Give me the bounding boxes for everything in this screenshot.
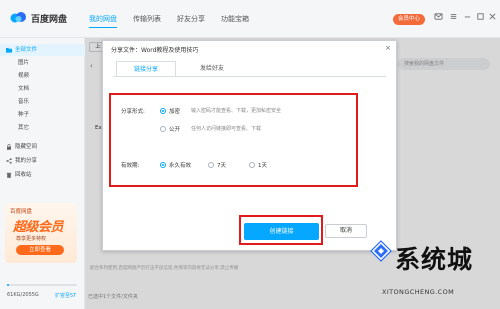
vip-center-button[interactable]: 会员中心 [393,14,425,25]
app-title: 百度网盘 [31,15,68,25]
close-icon[interactable] [488,12,497,21]
watermark-url: XITONGCHENG.COM [382,288,455,296]
promo-subtitle: 尊享更多特权 [16,236,47,242]
dialog-close-icon[interactable]: × [385,44,391,52]
menu-icon[interactable] [449,12,458,21]
tab-send-to-friend[interactable]: 发给好友 [182,61,242,77]
sidebar-item-my-shares[interactable]: 我的分享 [0,155,85,167]
dialog-title: 分享文件：Word教程及使用技巧 [111,47,199,54]
sidebar-item-label: 我的分享 [15,158,38,164]
tab-link-share[interactable]: 链接分享 [116,61,176,77]
sidebar-item-music[interactable]: 音乐 [0,96,85,108]
message-icon[interactable] [434,12,443,21]
trash-icon [6,172,12,178]
sidebar-item-label: 种子 [18,112,30,118]
create-button-highlight-box [239,215,323,245]
tab-friend-share[interactable]: 好友分享 [177,14,205,24]
sidebar-item-other[interactable]: 其它 [0,122,85,134]
sidebar-item-documents[interactable]: 文档 [0,83,85,95]
minimize-icon[interactable] [463,12,472,21]
sidebar-item-label: 音乐 [18,99,30,105]
title-bar: 百度网盘 我的网盘 传输列表 好友分享 功能宝箱 会员中心 [0,0,500,38]
promo-view-button[interactable]: 立即查看 [16,245,64,255]
sidebar-item-images[interactable]: 图片 [0,57,85,69]
cancel-button[interactable]: 取消 [325,224,367,238]
watermark-text: 系统城 [395,245,474,274]
promo-headline: 超级会员 [13,220,64,235]
super-vip-promo[interactable]: 百度网盘 超级会员 尊享更多特权 立即查看 [5,203,77,263]
tab-my-netdisk[interactable]: 我的网盘 [89,14,117,28]
baidu-netdisk-logo-icon [10,11,27,24]
sidebar-item-videos[interactable]: 视频 [0,70,85,82]
sidebar-item-label: 全部文件 [15,47,38,53]
tab-transfer-list[interactable]: 传输列表 [133,14,161,24]
sidebar-item-label: 图片 [18,60,30,66]
expand-storage-link[interactable]: 扩容至5T [55,292,76,299]
tab-divider [113,76,386,77]
storage-usage-fill [7,284,10,286]
sidebar-item-all-files[interactable]: 全部文件 [0,44,85,56]
share-icon [6,158,12,164]
tab-feature-box[interactable]: 功能宝箱 [221,14,249,24]
storage-usage-text: 61KG/2055G [7,292,39,298]
sidebar-item-hidden-space[interactable]: 隐藏空间 [0,141,85,153]
sidebar-item-label: 视频 [18,73,30,79]
sidebar-item-label: 文档 [18,86,30,92]
sidebar-item-label: 隐藏空间 [15,144,38,150]
lock-icon [6,144,12,150]
sidebar-item-label: 回收站 [15,172,32,178]
promo-brand: 百度网盘 [10,209,33,215]
sidebar-item-torrents[interactable]: 种子 [0,109,85,121]
sidebar: 全部文件 图片 视频 文档 音乐 种子 其它 隐藏空间 我的分享 回收站 百度网… [0,38,85,309]
folder-icon [6,47,12,53]
maximize-icon[interactable] [476,12,485,21]
storage-usage-bar [7,284,77,286]
options-highlight-box [109,93,358,187]
sidebar-item-recycle-bin[interactable]: 回收站 [0,169,85,181]
sidebar-item-label: 其它 [18,125,30,131]
watermark-logo-icon [370,240,392,262]
